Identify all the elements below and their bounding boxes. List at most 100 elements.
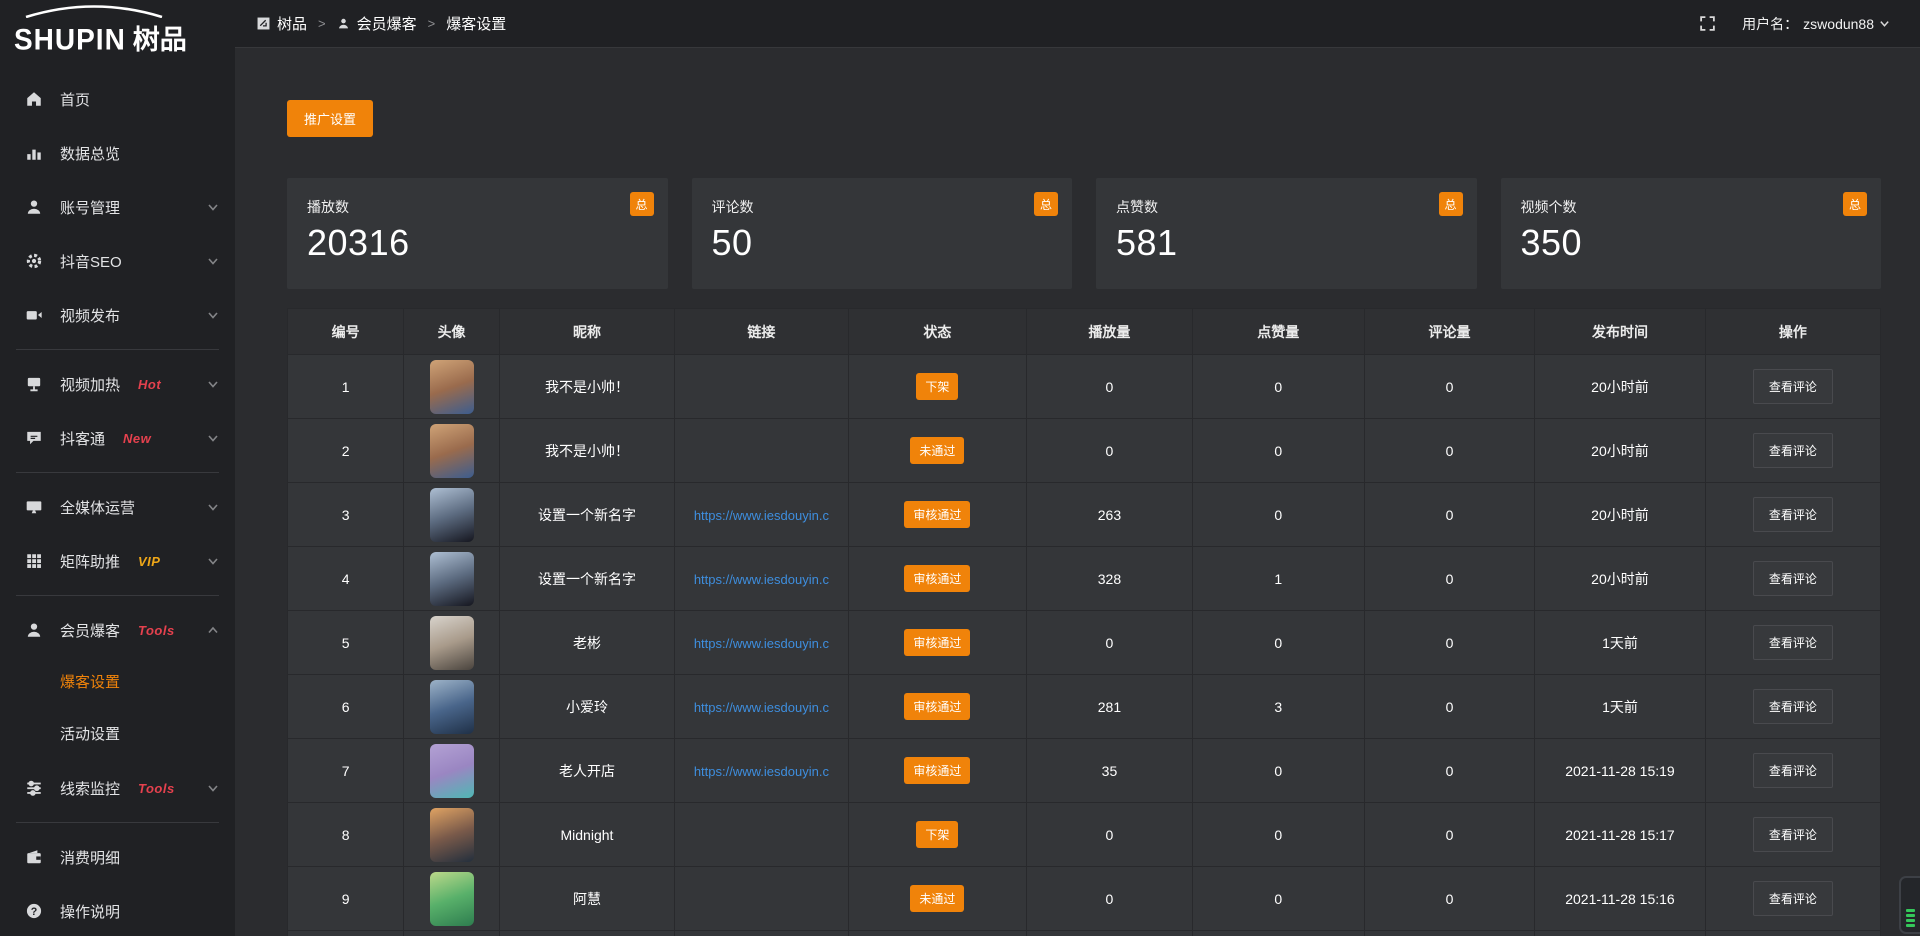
table-row: 5老彬https://www.iesdouyin.c审核通过0001天前查看评论 bbox=[288, 611, 1881, 675]
column-header-plays: 播放量 bbox=[1027, 309, 1193, 355]
topbar: 树品>会员爆客>爆客设置 用户名：zswodun88 bbox=[235, 0, 1920, 48]
cell-status: 下架 bbox=[848, 803, 1026, 867]
sidebar-item-douketong[interactable]: 抖客通New bbox=[0, 411, 235, 465]
sidebar-subitem-activity-settings[interactable]: 活动设置 bbox=[0, 709, 235, 761]
panel-icon bbox=[257, 17, 270, 30]
cell-likes: 0 bbox=[1192, 355, 1364, 419]
sidebar-item-member-baoke[interactable]: 会员爆客Tools bbox=[0, 603, 235, 657]
cell-nickname: 小爱玲 bbox=[499, 675, 674, 739]
cell-plays: 0 bbox=[1027, 803, 1193, 867]
status-badge: 审核通过 bbox=[904, 757, 970, 784]
cell-link: https://www.iesdouyin.c bbox=[675, 739, 849, 803]
cell-actions: 查看评论 bbox=[1705, 803, 1880, 867]
logo[interactable]: SHUPIN 树品 bbox=[0, 0, 235, 58]
cell-status: 未通过 bbox=[848, 419, 1026, 483]
cell-avatar bbox=[404, 803, 500, 867]
chevron-down-icon bbox=[207, 201, 219, 213]
view-comments-button[interactable]: 查看评论 bbox=[1753, 625, 1833, 660]
breadcrumb-item-member-baoke[interactable]: 会员爆客 bbox=[337, 13, 417, 34]
fullscreen-icon[interactable] bbox=[1699, 15, 1716, 32]
cell-plays bbox=[1027, 931, 1193, 936]
cell-likes: 0 bbox=[1192, 867, 1364, 931]
status-badge: 下架 bbox=[916, 373, 958, 400]
cell-id bbox=[288, 931, 404, 936]
total-badge: 总 bbox=[630, 192, 654, 216]
sidebar-item-data-overview[interactable]: 数据总览 bbox=[0, 126, 235, 180]
video-link[interactable]: https://www.iesdouyin.c bbox=[694, 508, 829, 523]
breadcrumb-label: 会员爆客 bbox=[357, 13, 417, 34]
view-comments-button[interactable]: 查看评论 bbox=[1753, 753, 1833, 788]
column-header-nickname: 昵称 bbox=[499, 309, 674, 355]
cell-status: 审核通过 bbox=[848, 547, 1026, 611]
menu-badge: Hot bbox=[138, 377, 161, 392]
cell-avatar bbox=[404, 867, 500, 931]
sidebar-item-clue-monitor[interactable]: 线索监控Tools bbox=[0, 761, 235, 815]
cell-nickname: 老人开店 bbox=[499, 739, 674, 803]
status-badge: 下架 bbox=[916, 821, 958, 848]
sidebar-item-label: 全媒体运营 bbox=[60, 497, 135, 518]
video-link[interactable]: https://www.iesdouyin.c bbox=[694, 700, 829, 715]
video-link[interactable]: https://www.iesdouyin.c bbox=[694, 636, 829, 651]
video-link[interactable]: https://www.iesdouyin.c bbox=[694, 764, 829, 779]
avatar bbox=[430, 680, 474, 734]
wallet-icon bbox=[24, 848, 43, 867]
cell-nickname: 老彬 bbox=[499, 611, 674, 675]
cell-link: https://www.iesdouyin.c bbox=[675, 675, 849, 739]
cell-comments: 0 bbox=[1364, 419, 1534, 483]
sidebar-item-consumption-detail[interactable]: 消费明细 bbox=[0, 830, 235, 884]
view-comments-button[interactable]: 查看评论 bbox=[1753, 817, 1833, 852]
sidebar-item-account-management[interactable]: 账号管理 bbox=[0, 180, 235, 234]
chat-icon bbox=[24, 429, 43, 448]
sidebar-item-video-heating[interactable]: 视频加热 Hot bbox=[0, 357, 235, 411]
cell-plays: 0 bbox=[1027, 419, 1193, 483]
view-comments-button[interactable]: 查看评论 bbox=[1753, 433, 1833, 468]
sidebar-item-label: 会员爆客 bbox=[60, 620, 120, 641]
stat-value: 350 bbox=[1521, 222, 1862, 264]
sidebar-item-matrix-boost[interactable]: 矩阵助推VIP bbox=[0, 534, 235, 588]
cell-id: 3 bbox=[288, 483, 404, 547]
cell-publish-time: 20小时前 bbox=[1535, 419, 1705, 483]
avatar bbox=[430, 360, 474, 414]
sidebar-item-label: 账号管理 bbox=[60, 197, 120, 218]
cell-status: 审核通过 bbox=[848, 675, 1026, 739]
menu-badge: VIP bbox=[138, 554, 160, 569]
video-link[interactable]: https://www.iesdouyin.c bbox=[694, 572, 829, 587]
stat-label: 视频个数 bbox=[1521, 197, 1862, 217]
logo-text-cn: 树品 bbox=[133, 18, 187, 57]
total-badge: 总 bbox=[1439, 192, 1463, 216]
view-comments-button[interactable]: 查看评论 bbox=[1753, 497, 1833, 532]
sidebar-item-label: 首页 bbox=[60, 89, 90, 110]
floating-widget[interactable] bbox=[1899, 876, 1920, 934]
view-comments-button[interactable]: 查看评论 bbox=[1753, 369, 1833, 404]
sidebar-item-label: 抖音SEO bbox=[60, 251, 122, 272]
sidebar-item-all-media-operation[interactable]: 全媒体运营 bbox=[0, 480, 235, 534]
sidebar-item-label: 视频加热 bbox=[60, 374, 120, 395]
total-badge: 总 bbox=[1843, 192, 1867, 216]
cell-comments: 0 bbox=[1364, 675, 1534, 739]
sidebar-item-douyin-seo[interactable]: 抖音SEO bbox=[0, 234, 235, 288]
user-menu[interactable]: 用户名：zswodun88 bbox=[1742, 14, 1890, 34]
view-comments-button[interactable]: 查看评论 bbox=[1753, 881, 1833, 916]
cell-avatar bbox=[404, 355, 500, 419]
cell-avatar bbox=[404, 547, 500, 611]
promotion-settings-button[interactable]: 推广设置 bbox=[287, 100, 373, 137]
breadcrumb-item-shupin[interactable]: 树品 bbox=[257, 13, 307, 34]
stat-value: 581 bbox=[1116, 222, 1457, 264]
sidebar-subitem-baoke-settings[interactable]: 爆客设置 bbox=[0, 657, 235, 709]
view-comments-button[interactable]: 查看评论 bbox=[1753, 561, 1833, 596]
breadcrumb-item-baoke-settings[interactable]: 爆客设置 bbox=[446, 13, 506, 34]
cell-actions: 查看评论 bbox=[1705, 867, 1880, 931]
view-comments-button[interactable]: 查看评论 bbox=[1753, 689, 1833, 724]
stat-label: 点赞数 bbox=[1116, 197, 1457, 217]
sidebar-item-home[interactable]: 首页 bbox=[0, 72, 235, 126]
chevron-down-icon bbox=[207, 782, 219, 794]
sidebar-item-video-publish[interactable]: 视频发布 bbox=[0, 288, 235, 342]
sidebar-item-label: 数据总览 bbox=[60, 143, 120, 164]
table-row: 7老人开店https://www.iesdouyin.c审核通过35002021… bbox=[288, 739, 1881, 803]
cell-nickname: 我不是小帅！ bbox=[499, 419, 674, 483]
sliders-icon bbox=[24, 779, 43, 798]
help-icon: ? bbox=[24, 902, 43, 921]
username-value: zswodun88 bbox=[1803, 16, 1874, 32]
sidebar-item-operation-guide[interactable]: ?操作说明 bbox=[0, 884, 235, 936]
avatar bbox=[430, 744, 474, 798]
